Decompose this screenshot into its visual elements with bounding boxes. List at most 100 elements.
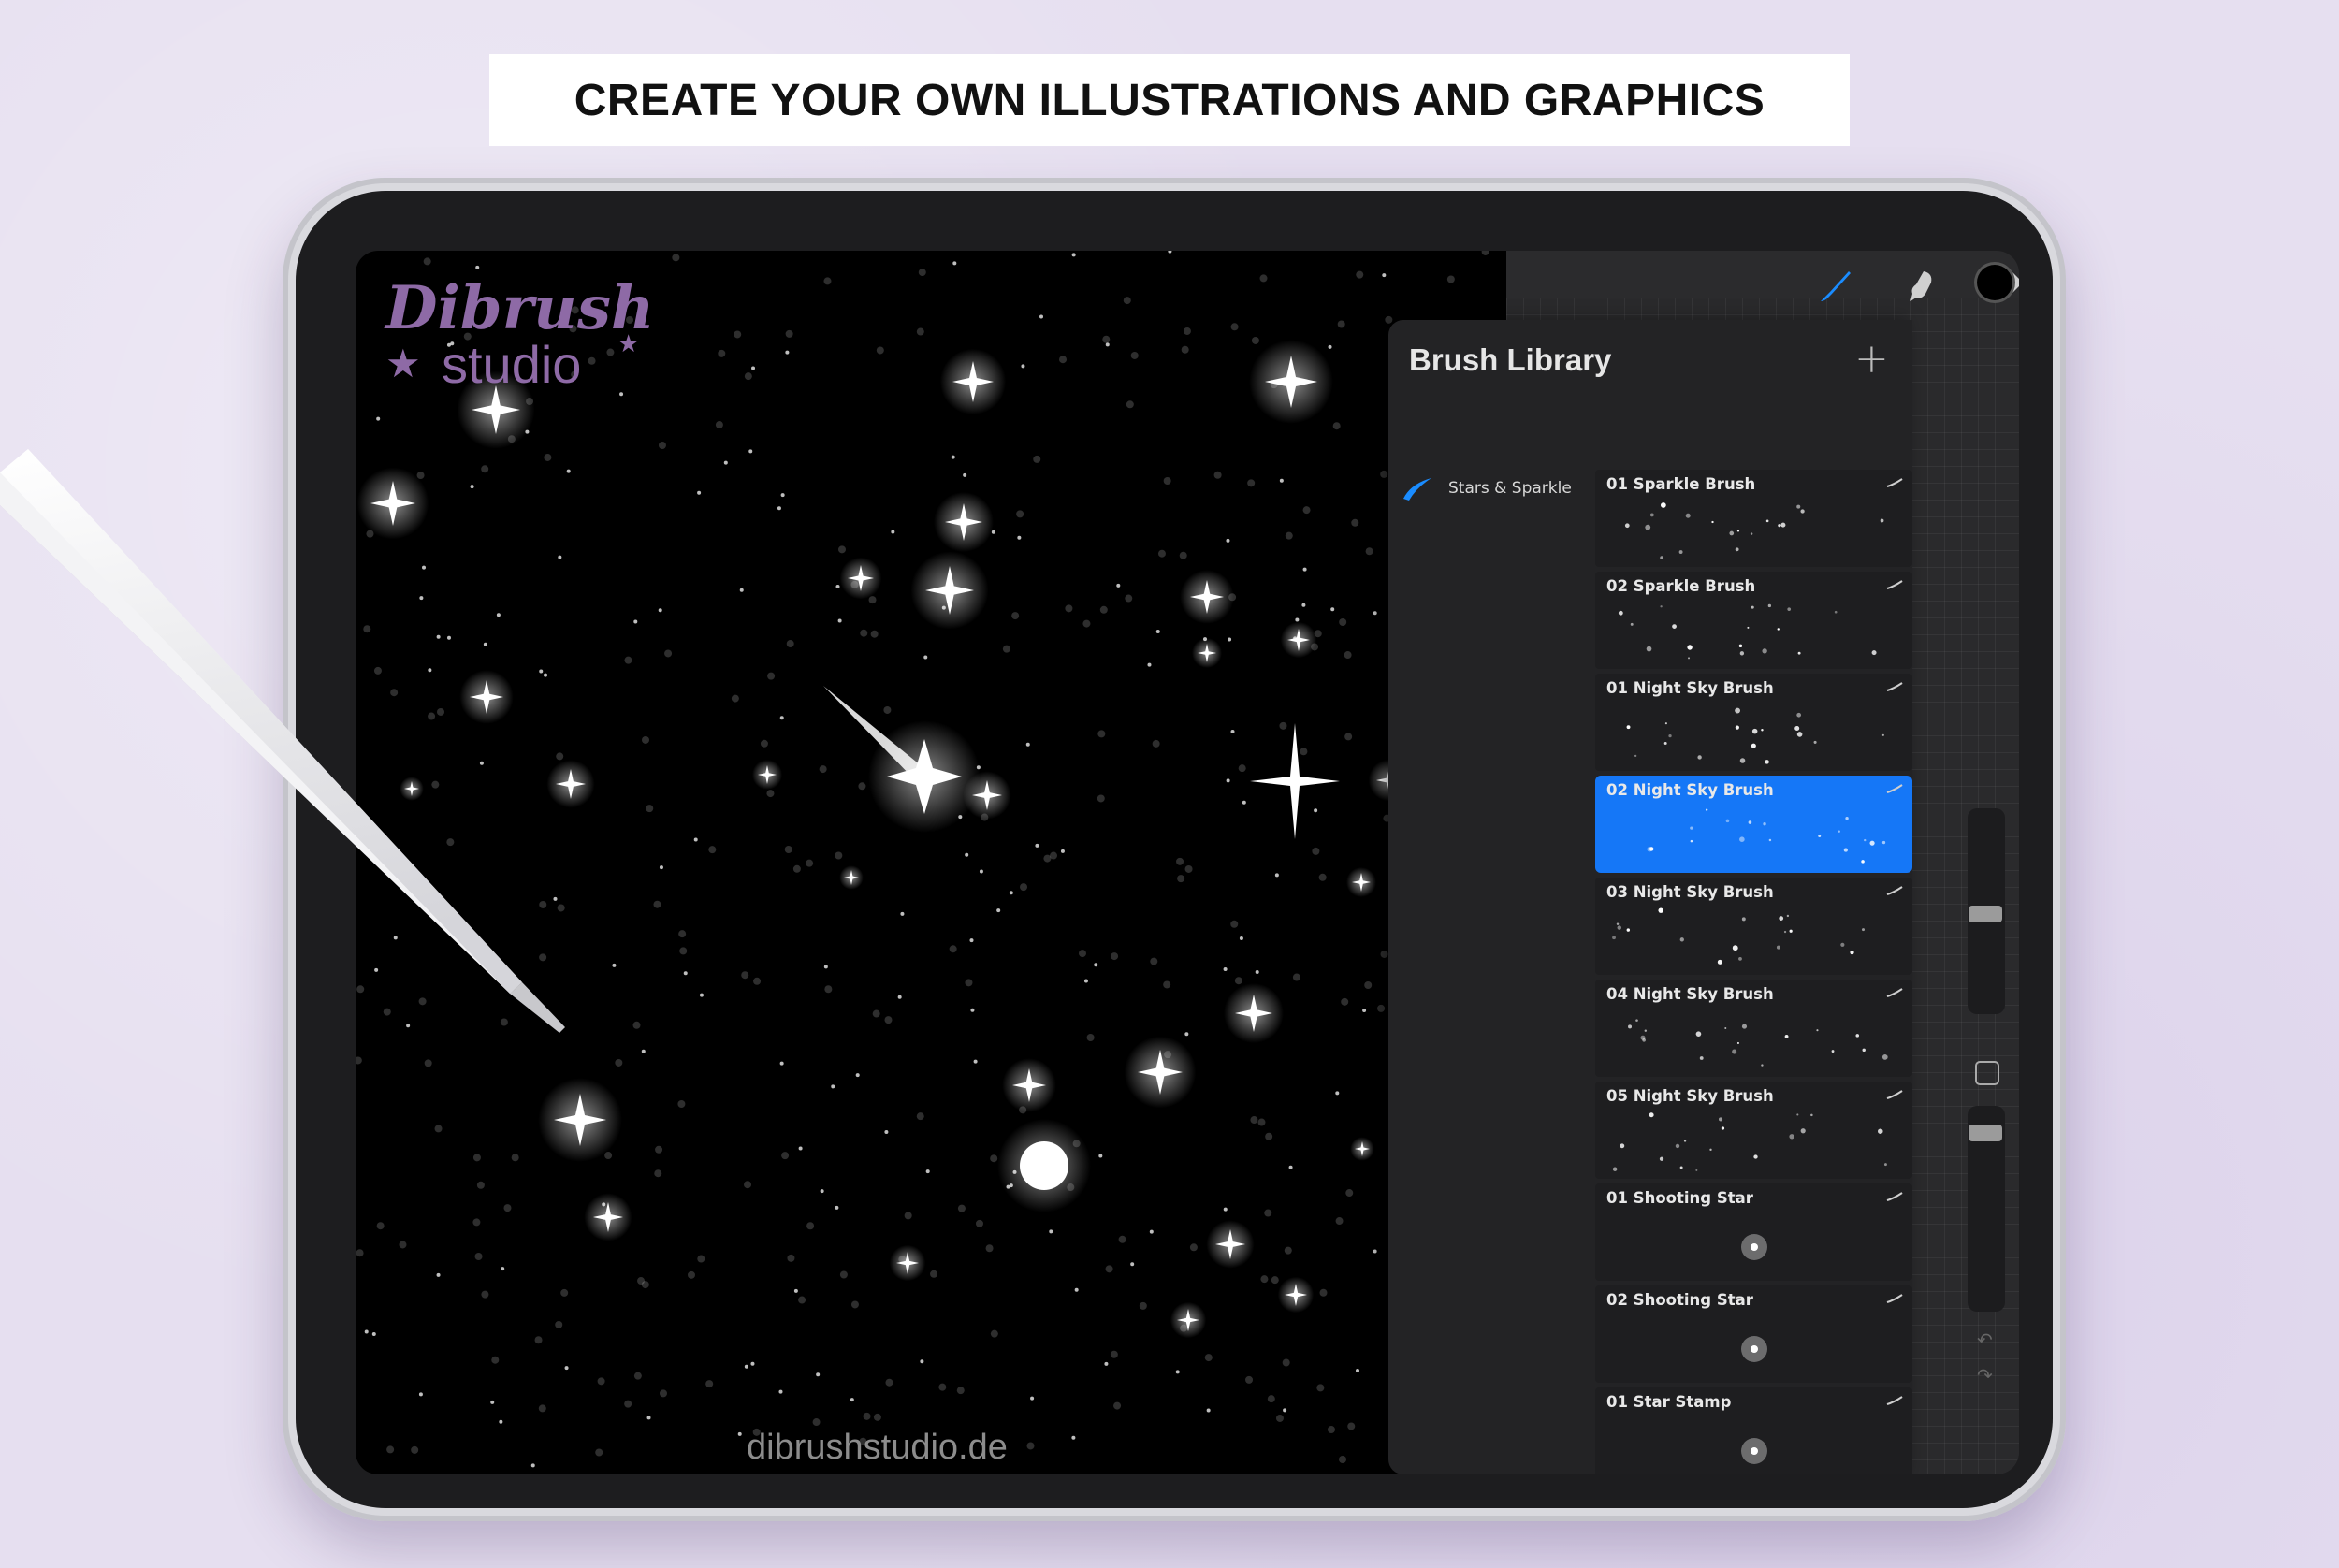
sky-dot [1292,973,1300,981]
sky-dot [1113,1401,1122,1410]
sky-dot [1356,1368,1360,1372]
sky-dot [863,1412,871,1420]
sky-dot [1130,351,1139,359]
sky-dot [858,782,866,791]
sparkle-star [1124,1036,1197,1109]
sparkle-star [839,865,864,890]
preview-dot [1777,628,1780,631]
sky-dot [969,938,974,943]
sky-dot [1330,607,1335,612]
brush-item[interactable]: 01 Star Stamp [1595,1387,1912,1474]
preview-dot [1659,1156,1664,1161]
sky-dot [1118,1235,1126,1243]
sky-dot [658,442,666,450]
sky-dot [705,1380,714,1388]
sky-dot [1255,970,1259,975]
sky-dot [434,1125,443,1133]
sky-dot [1282,1358,1290,1367]
modify-button[interactable] [1975,1061,1999,1085]
sky-dot [837,545,846,554]
preview-dot [1880,518,1884,523]
color-picker-icon[interactable] [1977,265,2012,300]
smudge-icon[interactable] [1903,268,1940,305]
sky-dot [779,716,784,720]
sky-dot [1163,477,1171,486]
sky-dot [1111,952,1119,961]
sky-dot [503,1204,512,1212]
redo-icon[interactable]: ↷ [1977,1364,1993,1387]
sky-dot [868,596,877,604]
brush-set-label: Stars & Sparkle [1448,479,1572,498]
sky-dot [677,1099,686,1108]
preview-dot [1626,725,1631,730]
sky-dot [1341,997,1349,1006]
sky-dot [792,864,801,873]
sky-dot [1382,273,1387,278]
sky-dot [1097,730,1106,738]
preview-dot [1668,734,1672,738]
brush-item[interactable]: 03 Night Sky Brush [1595,878,1912,975]
sky-dot [1335,1217,1344,1226]
sky-dot [376,1222,385,1230]
sky-dot [1312,847,1320,855]
sky-dot [1239,936,1243,941]
brush-set-stars-sparkle[interactable]: Stars & Sparkle [1402,470,1589,507]
sky-dot [1147,662,1152,667]
brush-icon[interactable] [1817,268,1854,305]
sky-dot [1260,1275,1269,1284]
sky-dot [1328,344,1332,349]
brush-item[interactable]: 01 Shooting Star [1595,1183,1912,1281]
opacity-thumb[interactable] [1969,1125,2002,1141]
brush-item[interactable]: 02 Night Sky Brush [1595,776,1912,873]
add-brush-set-button[interactable]: + [1854,339,1889,380]
sky-dot [753,977,762,985]
sky-dot [837,618,842,623]
preview-dot [1618,610,1623,616]
preview-dot [1675,1143,1680,1149]
stroke-type-icon [1886,886,1903,895]
sky-dot [1234,977,1242,985]
preview-dot [1751,728,1758,734]
preview-dot [1664,722,1667,725]
preview-dot [1780,522,1786,528]
sky-dot [938,1383,947,1391]
sky-dot [1125,594,1133,603]
preview-dot [1725,819,1730,823]
brush-item[interactable]: 01 Night Sky Brush [1595,674,1912,771]
preview-dot [1660,556,1664,560]
sparkle-star [939,348,1007,415]
brush-item[interactable]: 01 Sparkle Brush [1595,470,1912,567]
sparkle-star [889,1244,926,1282]
brush-name: 01 Shooting Star [1606,1189,1753,1207]
preview-dot [1624,523,1630,529]
top-toolbar [1497,251,2019,316]
sky-dot [1250,1116,1258,1125]
sky-dot [1039,314,1044,319]
sky-dot [839,1270,848,1279]
sky-dot [930,1270,938,1278]
brush-item[interactable]: 04 Night Sky Brush [1595,980,1912,1077]
undo-icon[interactable]: ↶ [1977,1328,1993,1351]
sky-dot [990,1154,998,1163]
sky-dot [1319,1288,1328,1297]
sky-dot [687,1270,695,1279]
sky-dot [781,1152,790,1160]
sky-dot [1223,967,1228,972]
sky-dot [1011,612,1020,620]
sky-dot [659,1389,667,1398]
preview-dot [1644,1029,1648,1032]
sky-dot [1316,1384,1325,1392]
preview-dot [1616,922,1620,925]
sky-dot [1230,730,1235,734]
sky-dot [1176,857,1184,865]
sky-dot [1149,1229,1154,1234]
preview-dot [1834,610,1838,614]
preview-dot [1690,839,1693,843]
brush-item[interactable]: 02 Sparkle Brush [1595,572,1912,669]
brush-item[interactable]: 05 Night Sky Brush [1595,1082,1912,1179]
brush-item[interactable]: 02 Shooting Star [1595,1285,1912,1383]
sky-dot [823,277,832,285]
sky-dot [973,1059,978,1064]
brush-size-thumb[interactable] [1969,906,2002,922]
sky-dot [1257,1118,1266,1126]
